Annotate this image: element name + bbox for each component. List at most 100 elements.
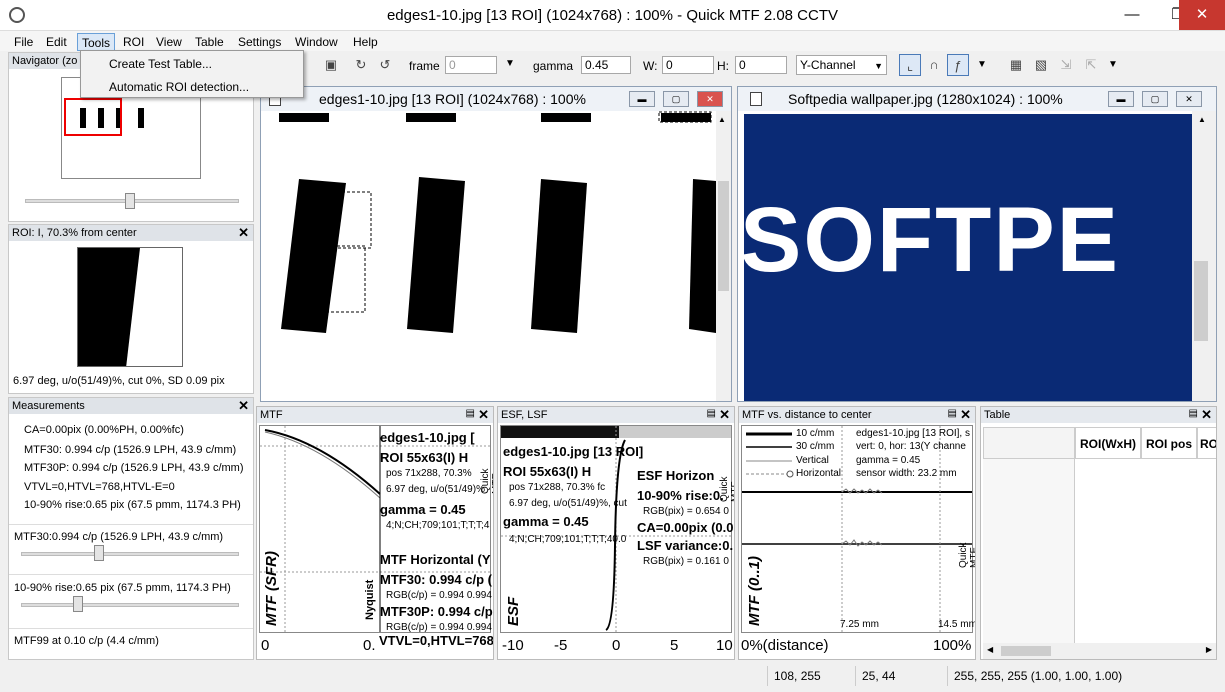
mtf30-slider[interactable] xyxy=(21,552,239,556)
esf-mode-icon[interactable]: ⌞ xyxy=(899,54,921,76)
menu-edit[interactable]: Edit xyxy=(42,33,71,51)
esf-panel-close-icon[interactable]: ✕ xyxy=(719,407,730,423)
mtf-info-mtf30: MTF30: 0.994 c/p ( xyxy=(380,572,492,587)
menu-file[interactable]: File xyxy=(10,33,37,51)
rotate-icon[interactable]: ↻ xyxy=(350,54,372,76)
distance-panel-close-icon[interactable]: ✕ xyxy=(960,407,971,423)
frame-dropdown-icon[interactable]: ▼ xyxy=(505,58,515,69)
gamma-label: gamma xyxy=(533,59,574,73)
legend-horizontal: Horizontal xyxy=(796,468,842,479)
restore-icon[interactable]: ▤ xyxy=(707,408,716,419)
table-hscroll-thumb[interactable] xyxy=(1001,646,1051,656)
minimize-button[interactable]: — xyxy=(1109,0,1155,30)
image-window-softpedia: Softpedia wallpaper.jpg (1280x1024) : 10… xyxy=(737,86,1217,402)
rise-slider[interactable] xyxy=(21,603,239,607)
measurement-mtf30: MTF30: 0.994 c/p (1526.9 LPH, 43.9 c/mm) xyxy=(24,444,237,456)
roi-dropdown-icon[interactable]: ▼ xyxy=(1108,59,1118,70)
navigator-viewport[interactable] xyxy=(64,98,122,136)
scroll-up-icon[interactable]: ▲ xyxy=(1198,115,1206,124)
redo-icon[interactable]: ↺ xyxy=(374,54,396,76)
height-input[interactable] xyxy=(735,56,787,74)
roi-edge-image xyxy=(78,248,140,366)
image1-minimize-button[interactable]: ▬ xyxy=(629,91,655,107)
menu-bar: File Edit Tools ROI View Table Settings … xyxy=(0,31,1225,51)
esf-x-tick: -5 xyxy=(554,637,568,654)
mtf-panel-close-icon[interactable]: ✕ xyxy=(478,407,489,423)
status-pixel-value: 255, 255, 255 (1.00, 1.00, 1.00) xyxy=(947,666,1217,686)
roi-copy-icon[interactable]: ▧ xyxy=(1030,54,1052,76)
image1-scrollbar[interactable]: ▲ xyxy=(716,111,731,401)
esf-info-angle: 6.97 deg, u/o(51/49)%, cut xyxy=(509,498,627,509)
edges-image-canvas[interactable] xyxy=(261,111,716,401)
function-mode-icon[interactable]: ƒ xyxy=(947,54,969,76)
scroll-left-icon[interactable]: ◀ xyxy=(987,645,993,654)
close-button[interactable]: ✕ xyxy=(1179,0,1225,30)
roi-move-icon[interactable]: ⇲ xyxy=(1055,54,1077,76)
esf-plot[interactable]: ESF Quick MTF edges1-10.jpg [13 ROI] ROI… xyxy=(500,425,734,633)
roi-delete-icon[interactable]: ⇱ xyxy=(1080,54,1102,76)
menu-tools[interactable]: Tools xyxy=(77,33,116,51)
frame-input[interactable] xyxy=(445,56,497,74)
auto-roi-detection-item[interactable]: Automatic ROI detection... xyxy=(109,80,249,94)
table-panel: Table ▤ ✕ ROI(WxH) ROI pos RO ◀ ▶ xyxy=(980,406,1217,660)
navigator-zoom-thumb[interactable] xyxy=(125,193,135,209)
mtf-info-flags: 4;N;CH;709;101;T;T;T;4 xyxy=(386,520,490,531)
menu-help[interactable]: Help xyxy=(349,33,382,51)
scroll-up-icon[interactable]: ▲ xyxy=(718,115,726,124)
table-row-header xyxy=(983,459,1075,643)
image2-maximize-button[interactable]: ▢ xyxy=(1142,91,1168,107)
image1-close-button[interactable]: ✕ xyxy=(697,91,723,107)
roi-add-icon[interactable]: ▦ xyxy=(1005,54,1027,76)
save-icon[interactable]: ▣ xyxy=(320,54,342,76)
image1-scroll-thumb[interactable] xyxy=(718,181,729,291)
scroll-right-icon[interactable]: ▶ xyxy=(1206,645,1212,654)
restore-icon[interactable]: ▤ xyxy=(1189,408,1198,419)
roi-panel-close-icon[interactable]: ✕ xyxy=(238,225,249,241)
channel-select[interactable]: Y-Channel ▼ xyxy=(796,55,887,75)
width-input[interactable] xyxy=(662,56,714,74)
image2-close-button[interactable]: ✕ xyxy=(1176,91,1202,107)
rise-slider-thumb[interactable] xyxy=(73,596,83,612)
mtf-info-pos: pos 71x288, 70.3% xyxy=(386,468,472,479)
table-header-roi-size[interactable]: ROI(WxH) xyxy=(1075,427,1141,459)
mtf-plot[interactable]: MTF (SFR) Nyquist Quick MTF edges1-10.jp… xyxy=(259,425,493,633)
menu-roi[interactable]: ROI xyxy=(119,33,148,51)
mtf-info-rgb2: RGB(c/p) = 0.994 0.994 xyxy=(386,622,492,633)
title-bar: edges1-10.jpg [13 ROI] (1024x768) : 100%… xyxy=(0,0,1225,31)
menu-view[interactable]: View xyxy=(152,33,186,51)
esf-info-rise: 10-90% rise:0. xyxy=(637,488,724,503)
softpedia-image-canvas[interactable]: SOFTPE xyxy=(744,114,1192,401)
lsf-mode-icon[interactable]: ∩ xyxy=(923,54,945,76)
chevron-down-icon: ▼ xyxy=(874,61,883,71)
distance-panel: MTF vs. distance to center ▤ ✕ 10 c/mm 3… xyxy=(738,406,976,660)
table-hscrollbar[interactable]: ◀ ▶ xyxy=(983,643,1216,659)
menu-window[interactable]: Window xyxy=(291,33,342,51)
esf-x-tick: 5 xyxy=(670,637,679,654)
restore-icon[interactable]: ▤ xyxy=(466,408,475,419)
softpedia-logo-text: SOFTPE xyxy=(744,189,1121,291)
menu-table[interactable]: Table xyxy=(191,33,228,51)
mtf-ylabel: MTF (SFR) xyxy=(263,551,280,626)
status-roi-pos: 25, 44 xyxy=(855,666,945,686)
image2-scrollbar[interactable]: ▲ xyxy=(1192,111,1216,401)
measurement-tvl: VTVL=0,HTVL=768,HTVL-E=0 xyxy=(24,481,175,493)
create-test-table-item[interactable]: Create Test Table... xyxy=(109,57,212,71)
tools-dropdown: Create Test Table... Automatic ROI detec… xyxy=(80,50,304,98)
table-panel-close-icon[interactable]: ✕ xyxy=(1201,407,1212,423)
esf-panel-title: ESF, LSF xyxy=(498,407,734,423)
image2-scroll-thumb[interactable] xyxy=(1194,261,1208,341)
gamma-input[interactable] xyxy=(581,56,631,74)
measurements-close-icon[interactable]: ✕ xyxy=(238,398,249,414)
restore-icon[interactable]: ▤ xyxy=(948,408,957,419)
mtf30-slider-thumb[interactable] xyxy=(93,545,104,561)
table-header-roi-pos[interactable]: ROI pos xyxy=(1141,427,1197,459)
roi-panel: ROI: I, 70.3% from center ✕ 6.97 deg, u/… xyxy=(8,224,254,394)
menu-settings[interactable]: Settings xyxy=(234,33,285,51)
image2-minimize-button[interactable]: ▬ xyxy=(1108,91,1134,107)
channel-select-value: Y-Channel xyxy=(800,58,856,72)
table-header-ro[interactable]: RO xyxy=(1197,427,1216,459)
distance-plot[interactable]: 10 c/mm 30 c/mm Vertical Horizontal edge… xyxy=(741,425,975,633)
image1-maximize-button[interactable]: ▢ xyxy=(663,91,689,107)
height-label: H: xyxy=(717,59,729,73)
mode-dropdown-icon[interactable]: ▼ xyxy=(977,59,987,70)
